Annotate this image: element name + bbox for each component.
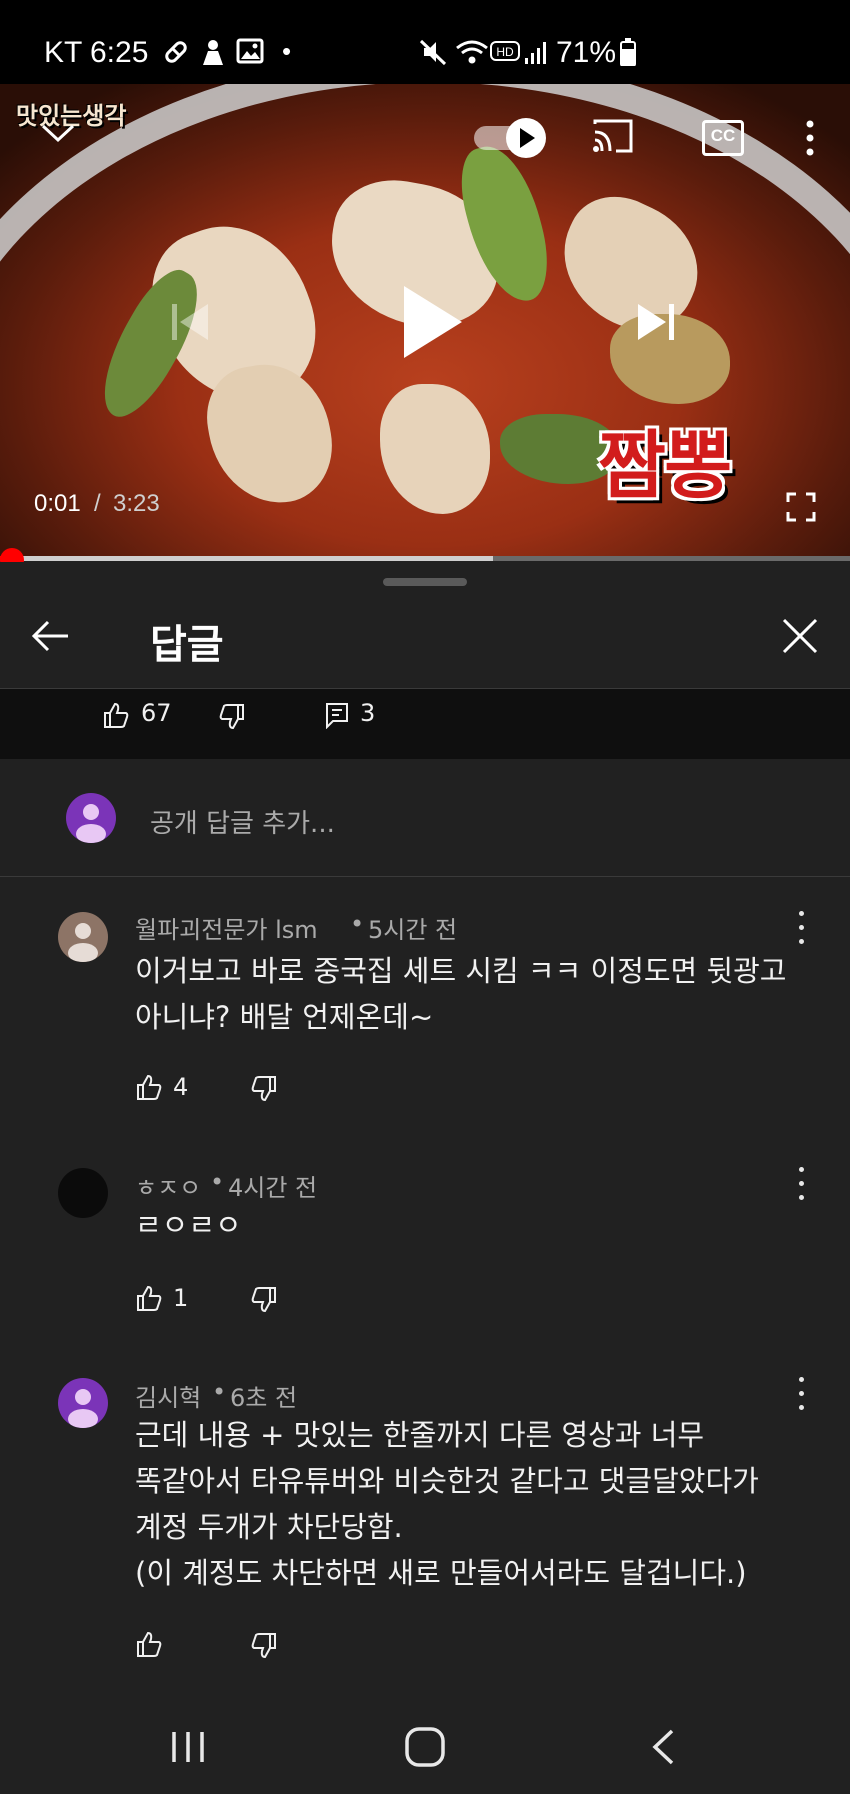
status-bar: KT 6:25 • HD 71% [0,0,850,84]
dislike-icon[interactable] [250,1286,278,1314]
parent-like-count: 67 [141,699,172,727]
like-icon[interactable] [135,1284,163,1312]
reply-author[interactable]: ㅎㅈㅇ [135,1168,201,1203]
reply-author[interactable]: 김시혁 [135,1378,201,1413]
svg-text:HD: HD [496,45,514,59]
more-vert-icon[interactable] [786,1164,816,1204]
reply-text: 근데 내용 + 맛있는 한줄까지 다른 영상과 너무 똑같아서 타유튜버와 비슷… [135,1418,759,1590]
carrier-label: KT [44,36,83,69]
drag-handle[interactable] [383,578,467,586]
dislike-icon[interactable] [250,1632,278,1660]
reply-item: 김시혁 • 6초 전 근데 내용 + 맛있는 한줄까지 다른 영상과 너무 똑같… [0,1350,850,1666]
video-player[interactable]: 맛있는생각 짬뽕 CC 0:01 / 3:23 [0,84,850,560]
divider [0,876,850,877]
reply-text: ㄹㅇㄹㅇ [135,1208,242,1242]
like-icon[interactable] [102,701,130,729]
reply-like-count: 1 [173,1284,189,1312]
time-current: 0:01 [34,490,81,517]
collapse-chevron-icon[interactable] [40,122,76,144]
panel-header [0,590,850,686]
back-icon[interactable] [650,1728,676,1766]
battery-icon [620,38,636,66]
avatar[interactable] [58,912,108,962]
previous-icon[interactable] [168,300,212,344]
close-icon[interactable] [780,616,820,656]
recent-apps-icon[interactable] [168,1730,208,1764]
avatar[interactable] [58,1168,108,1218]
meta-separator: • [210,1168,225,1196]
pill-icon [165,41,187,63]
panel-title: 답글 [150,622,224,668]
home-icon[interactable] [404,1726,446,1768]
notification-dot: • [282,36,292,66]
more-vert-icon[interactable] [786,1374,816,1414]
hd-icon: HD [490,41,520,61]
cast-icon[interactable] [592,118,634,154]
add-reply-row[interactable] [0,760,850,876]
reply-item: 월파괴전문가 lsm • 5시간 전 이거보고 바로 중국집 세트 시킴 ㅋㅋ … [0,880,850,1120]
system-nav-bar [0,1680,850,1794]
avatar [66,793,116,843]
signal-icon [525,42,546,64]
time-total: 3:23 [113,490,160,517]
time-separator: / [94,490,101,517]
like-icon[interactable] [135,1073,163,1101]
battery-percent: 71% [556,36,617,69]
dislike-icon[interactable] [250,1075,278,1103]
video-overlay-title: 짬뽕 [598,423,732,509]
add-reply-input[interactable]: 공개 답글 추가... [150,803,335,840]
more-vert-icon[interactable] [786,908,816,948]
reply-timestamp: 4시간 전 [228,1174,318,1202]
reply-like-count: 4 [173,1073,189,1101]
mute-icon [419,39,447,66]
meta-separator: • [212,1378,227,1406]
more-vert-icon[interactable] [796,118,824,158]
image-icon [236,38,264,64]
progress-buffer [0,556,493,561]
clock: 6:25 [90,36,149,69]
fullscreen-icon[interactable] [786,492,816,522]
like-icon[interactable] [135,1630,163,1658]
next-icon[interactable] [634,300,678,344]
play-icon[interactable] [396,280,466,364]
wifi-icon [456,40,488,64]
reply-count-icon[interactable] [324,701,350,729]
back-arrow-icon[interactable] [30,618,70,654]
reply-text: 이거보고 바로 중국집 세트 시킴 ㅋㅋ 이정도면 뒷광고 아니냐? 배달 언제… [135,954,787,1034]
reply-author[interactable]: 월파괴전문가 lsm [135,910,318,945]
person-icon [203,40,223,65]
avatar[interactable] [58,1378,108,1428]
captions-icon[interactable]: CC [702,120,744,156]
autoplay-toggle-icon[interactable] [472,116,550,160]
dislike-icon[interactable] [218,703,246,731]
reply-timestamp: 5시간 전 [368,916,458,944]
meta-separator: • [350,910,365,938]
parent-comment-actions: 67 3 [0,689,850,759]
reply-item: ㅎㅈㅇ • 4시간 전 ㄹㅇㄹㅇ 1 [0,1140,850,1340]
reply-timestamp: 6초 전 [230,1384,298,1412]
parent-reply-count: 3 [360,699,376,727]
